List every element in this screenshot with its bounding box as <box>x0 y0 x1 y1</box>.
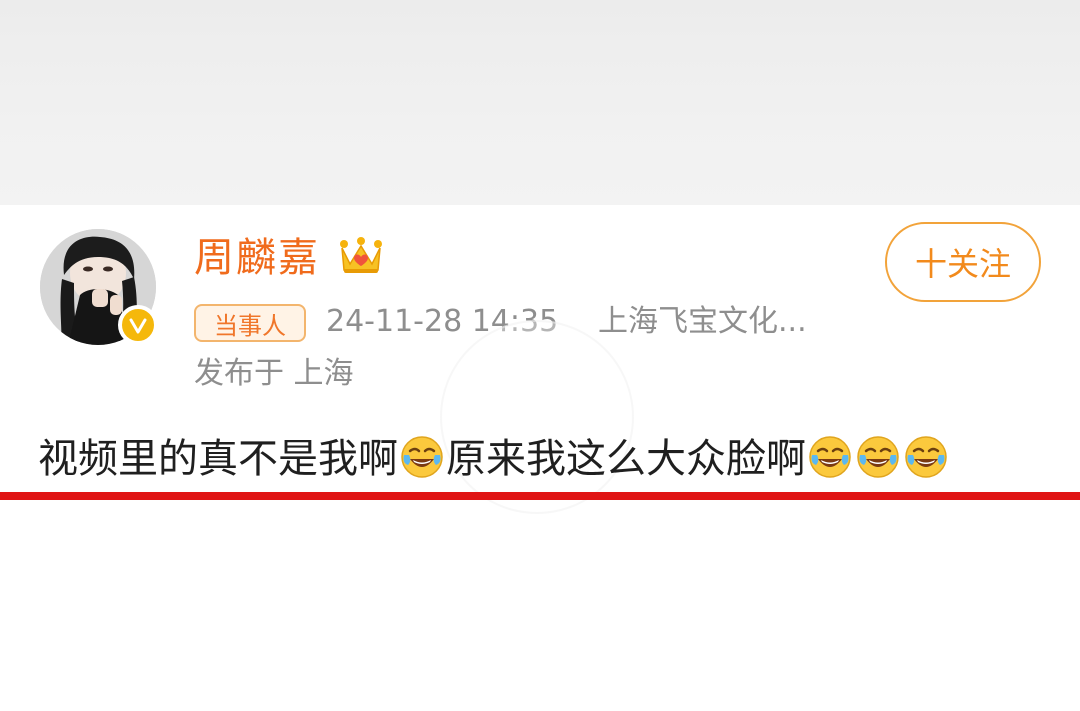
follow-button[interactable]: 十关注 <box>885 222 1041 302</box>
post-text-part1: 视频里的真不是我啊 <box>38 436 398 482</box>
post-location: 发布于 上海 <box>194 356 354 391</box>
participant-tag: 当事人 <box>194 304 306 342</box>
post-source[interactable]: 上海飞宝文化... <box>598 301 807 343</box>
top-blank-band <box>0 0 1080 205</box>
post-text: 视频里的真不是我啊 原来我这么大众脸啊 <box>38 432 1048 486</box>
crying-laughing-emoji-icon <box>857 436 899 478</box>
crown-icon <box>338 236 384 276</box>
username[interactable]: 周麟嘉 <box>194 233 320 283</box>
crying-laughing-emoji-icon <box>905 436 947 478</box>
red-underline <box>0 492 1080 500</box>
crying-laughing-emoji-icon <box>401 436 443 478</box>
crying-laughing-emoji-icon <box>809 436 851 478</box>
verified-icon <box>118 305 158 345</box>
post-text-part2: 原来我这么大众脸啊 <box>446 436 806 482</box>
